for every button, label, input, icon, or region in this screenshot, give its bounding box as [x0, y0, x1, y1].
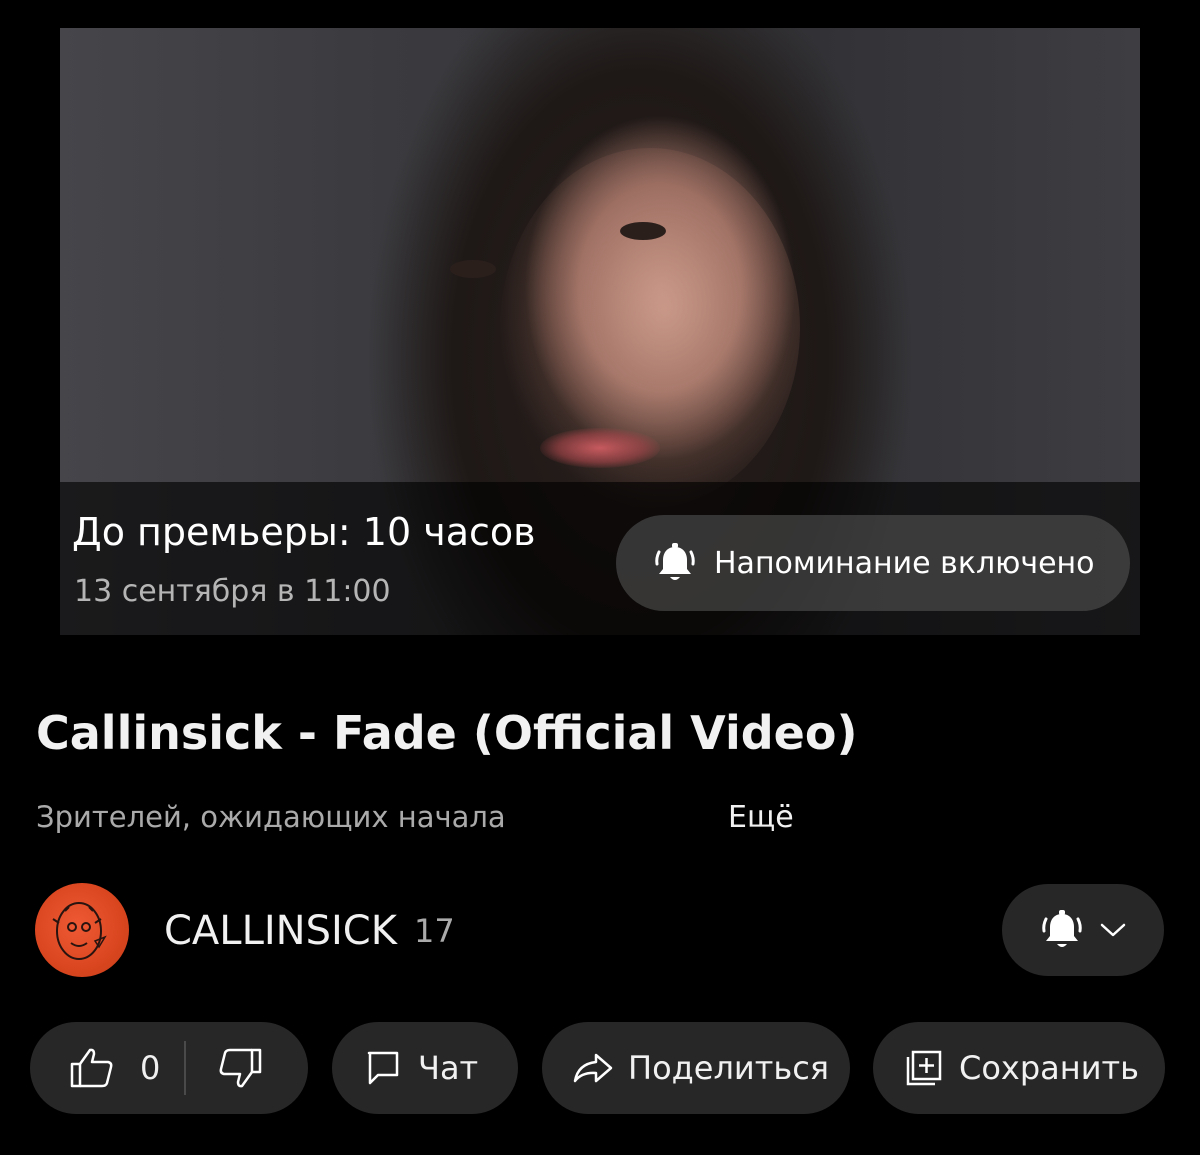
- chat-button[interactable]: Чат: [332, 1022, 518, 1114]
- share-button[interactable]: Поделиться: [542, 1022, 850, 1114]
- thumbnail-detail: [540, 428, 660, 468]
- premiere-date: 13 сентября в 11:00: [74, 574, 391, 609]
- channel-avatar[interactable]: [35, 883, 129, 977]
- premiere-countdown: До премьеры: 10 часов: [72, 510, 536, 554]
- more-button[interactable]: Ещё: [728, 800, 794, 835]
- like-count: 0: [140, 1049, 161, 1087]
- bell-ringing-icon: [652, 540, 698, 586]
- save-button[interactable]: Сохранить: [873, 1022, 1165, 1114]
- save-label: Сохранить: [959, 1049, 1139, 1087]
- notification-settings-button[interactable]: [1002, 884, 1164, 976]
- dislike-button[interactable]: [216, 1046, 264, 1090]
- like-divider: [184, 1041, 187, 1095]
- chat-icon: [366, 1050, 400, 1086]
- channel-name[interactable]: CALLINSICK: [164, 908, 397, 954]
- video-title: Callinsick - Fade (Official Video): [36, 706, 858, 760]
- like-button[interactable]: 0: [68, 1046, 160, 1090]
- video-player[interactable]: До премьеры: 10 часов 13 сентября в 11:0…: [60, 28, 1140, 635]
- chat-label: Чат: [418, 1049, 479, 1087]
- subscriber-count: 17: [414, 912, 455, 950]
- like-dislike-group: 0: [30, 1022, 308, 1114]
- thumbnail-detail: [620, 222, 666, 240]
- bell-filled-icon: [1039, 907, 1085, 953]
- share-icon: [572, 1052, 614, 1084]
- add-to-playlist-icon: [905, 1049, 943, 1087]
- reminder-label: Напоминание включено: [714, 545, 1095, 581]
- share-label: Поделиться: [628, 1049, 830, 1087]
- thumbnail-detail: [450, 260, 496, 278]
- chevron-down-icon: [1099, 921, 1127, 939]
- thumbs-down-icon: [216, 1046, 264, 1090]
- thumbs-up-icon: [68, 1046, 116, 1090]
- reminder-button[interactable]: Напоминание включено: [616, 515, 1130, 611]
- waiting-viewers-label: Зрителей, ожидающих начала: [36, 800, 506, 834]
